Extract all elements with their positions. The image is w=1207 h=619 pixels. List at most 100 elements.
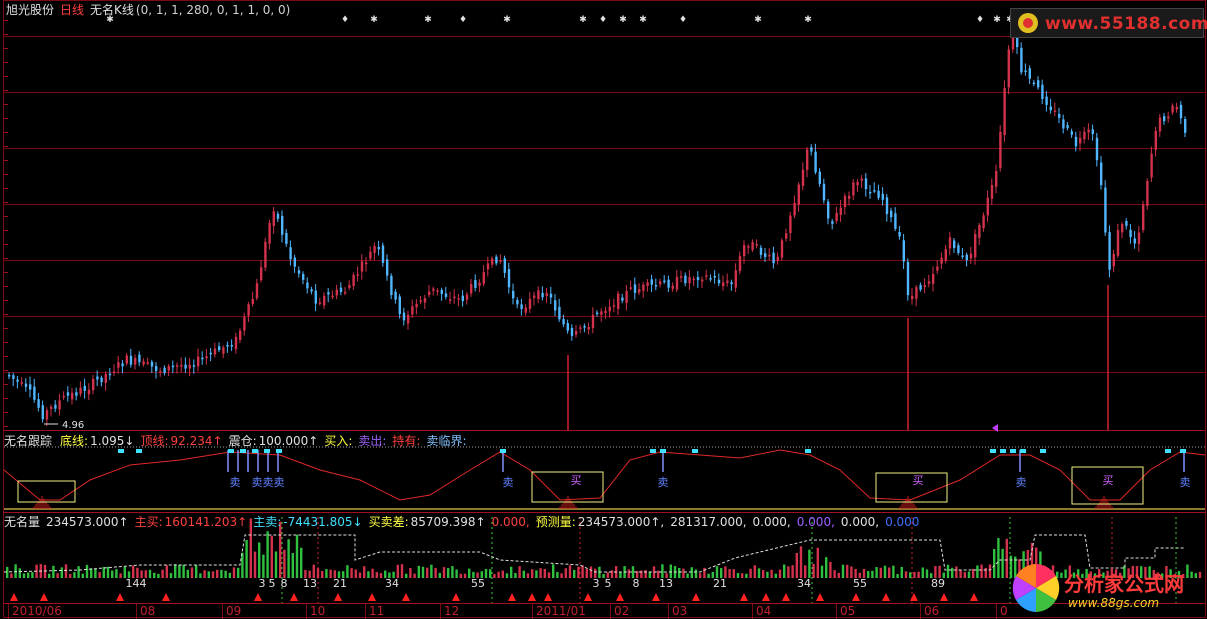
candle-body (705, 275, 708, 277)
volume-bar (73, 572, 76, 578)
track-hold-label: 持有: (392, 434, 421, 448)
volume-bar (111, 570, 114, 578)
candle-body (251, 299, 254, 304)
volume-bar (459, 573, 462, 578)
candle-body (344, 291, 347, 294)
volume-bar (694, 569, 698, 578)
candle-body (957, 245, 960, 253)
candle-body (638, 289, 641, 293)
candle-body (155, 366, 158, 371)
main-header: 旭光股份 日线 无名K线 (0, 1, 1, 280, 0, 1, 1, 0, 0) (6, 3, 296, 17)
buy-zone-box (875, 472, 948, 503)
candle-body (831, 221, 834, 224)
track-top-marker (1000, 449, 1006, 453)
candle-body (768, 254, 771, 257)
candle-body (1053, 110, 1057, 112)
volume-bar (98, 572, 101, 578)
volume-header: 无名量 234573.000↑ 主买: 160141.203↑ 主卖: -74431.80… (4, 515, 925, 529)
indicator-name[interactable]: 无名K线 (90, 3, 134, 17)
candle-body (419, 300, 422, 302)
volume-bar (568, 565, 572, 578)
volume-bar (976, 565, 979, 578)
candle-body (297, 270, 301, 274)
volume-bar (438, 572, 441, 578)
candle-body (1167, 116, 1170, 119)
candle-body (810, 147, 813, 152)
candle-body (587, 326, 590, 330)
track-top-marker (136, 449, 142, 453)
candle-body (554, 300, 557, 311)
volume-bar (174, 564, 177, 578)
candle-body (352, 274, 355, 287)
track-top-marker (1040, 449, 1046, 453)
candle-body (650, 279, 653, 285)
candle-body (457, 298, 460, 300)
candle-body (365, 262, 368, 265)
top-marker-icon: ✱ (503, 15, 511, 25)
fib-day-label: 3 (259, 577, 266, 590)
volume-bar (295, 534, 299, 578)
candle-body (381, 245, 385, 263)
volume-bar (904, 571, 908, 578)
candle-body (856, 181, 859, 186)
fib-day-label: 13 (659, 577, 673, 590)
fib-day-label: 34 (797, 577, 811, 590)
fib-day-label: 13 (303, 577, 317, 590)
period-label[interactable]: 日线 (60, 3, 84, 17)
candle-body (1091, 129, 1094, 135)
volume-bar (220, 569, 223, 578)
volume-title[interactable]: 无名量 (4, 515, 40, 529)
candle-body (293, 257, 296, 267)
volume-bar (241, 552, 244, 578)
candle-body (1007, 49, 1010, 88)
candle-body (533, 295, 536, 298)
candle-body (150, 361, 154, 367)
candle-body (894, 213, 897, 229)
volume-bar (195, 565, 198, 578)
track-title[interactable]: 无名跟踪 (4, 434, 52, 448)
track-top-marker (500, 449, 506, 453)
volume-bar (169, 573, 173, 578)
volume-bar (52, 565, 55, 578)
volume-up-triangle (452, 593, 460, 601)
date-label: 2011/01 (536, 604, 586, 618)
candle-body (1179, 104, 1183, 119)
volume-bar (207, 571, 210, 578)
volume-bar (913, 572, 916, 578)
candle-body (218, 346, 221, 350)
candle-body (1037, 80, 1040, 88)
candle-body (940, 257, 943, 264)
volume-bar (10, 573, 13, 578)
chart-window[interactable]: 4.9612.32✱♦✱✱♦✱✱♦✱✱♦✱✱♦✱✱♦✱✱买买买卖卖卖卖卖卖卖卖1… (0, 0, 1207, 619)
track-position-value: 100.000↑ (258, 434, 319, 448)
candle-body (201, 357, 204, 360)
candle-body (629, 287, 632, 289)
volume-bar (997, 538, 1000, 578)
candle-body (108, 373, 112, 376)
date-label: 2010/06 (12, 604, 62, 618)
volume-bar (321, 570, 324, 578)
candle-body (995, 171, 998, 187)
candle-body (566, 323, 569, 331)
candle-body (776, 256, 779, 262)
candle-body (537, 290, 540, 300)
candle-body (398, 296, 401, 315)
candle-body (743, 245, 746, 257)
sell-signal-label: 卖 (658, 476, 669, 489)
candle-body (1125, 220, 1128, 226)
candle-body (360, 261, 364, 272)
candle-body (990, 184, 994, 199)
volume-bar (833, 570, 836, 578)
volume-bar (774, 573, 777, 578)
candle-body (688, 277, 691, 284)
candle-body (633, 284, 637, 293)
candle-body (596, 312, 599, 315)
volume-bar (883, 565, 887, 578)
candle-body (600, 311, 603, 315)
candle-body (482, 272, 485, 284)
volume-bar (182, 564, 185, 578)
volume-bar (270, 535, 273, 578)
volume-bar (867, 571, 870, 578)
volume-bar (531, 569, 534, 578)
candle-body (663, 280, 666, 283)
